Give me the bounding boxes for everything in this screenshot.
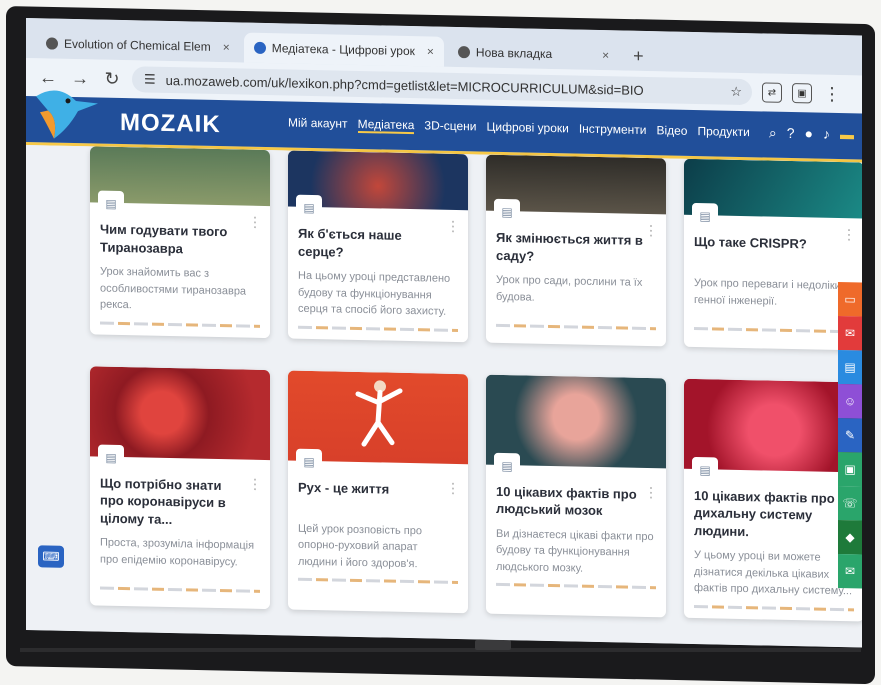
document-icon: ▤	[98, 444, 124, 471]
lesson-card[interactable]: ▤ Як змінюється життя в саду? ⋮ Урок про…	[486, 154, 666, 346]
monitor-screen: Evolution of Chemical Elem × Медіатека -…	[26, 18, 862, 648]
lesson-description: Ви дізнаєтеся цікаві факти про будову та…	[496, 527, 654, 575]
main-menu: Мій акаунт Медіатека 3D-сцени Цифрові ур…	[288, 115, 760, 141]
language-flag-icon[interactable]: ▬	[840, 126, 854, 143]
mozaik-logo[interactable]: MOZAIK	[120, 109, 221, 139]
lesson-card[interactable]: ▤ Рух - це життя ⋮ Цей урок розповість п…	[288, 370, 468, 613]
document-icon: ▤	[296, 194, 322, 222]
menu-item-digital-lessons[interactable]: Цифрові уроки	[486, 120, 568, 138]
lesson-grid: ▤ Чим годувати твого Тиранозавра ⋮ Урок …	[90, 146, 862, 622]
card-menu-icon[interactable]: ⋮	[446, 479, 460, 496]
lesson-card[interactable]: ▤ 10 цікавих фактів про дихальну систему…	[684, 378, 862, 622]
side-tool-button[interactable]: ◆	[838, 520, 862, 555]
card-menu-icon[interactable]: ⋮	[644, 484, 658, 501]
new-tab-button[interactable]: +	[623, 41, 654, 72]
card-menu-icon[interactable]: ⋮	[446, 218, 460, 235]
card-footer-strip	[298, 577, 458, 585]
monitor-brand-logo	[475, 640, 511, 650]
card-footer-strip	[298, 325, 458, 332]
document-icon: ▤	[494, 452, 520, 479]
side-tool-button[interactable]: ☺	[838, 384, 862, 419]
menu-item-products[interactable]: Продукти	[697, 124, 749, 141]
side-toolbar: ▭ ✉ ▤ ☺ ✎ ▣ ☏ ◆ ✉	[838, 282, 862, 589]
side-tool-button[interactable]: ✉	[838, 316, 862, 351]
kingfisher-logo-icon[interactable]	[28, 82, 108, 144]
card-menu-icon[interactable]: ⋮	[248, 475, 262, 492]
side-tool-button[interactable]: ▣	[838, 452, 862, 487]
card-footer-strip	[496, 323, 656, 331]
notifications-icon[interactable]: ♪	[823, 126, 830, 143]
tab-label: Evolution of Chemical Elem	[64, 36, 211, 54]
user-icon[interactable]: ●	[805, 125, 813, 142]
lesson-description: На цьому уроці представлено будову та фу…	[298, 269, 451, 318]
document-icon: ▤	[692, 456, 718, 484]
browser-tab[interactable]: Evolution of Chemical Elem ×	[36, 28, 240, 62]
document-icon: ▤	[98, 190, 124, 218]
lesson-card[interactable]: ▤ 10 цікавих фактів про людський мозок ⋮…	[486, 374, 666, 618]
card-footer-strip	[100, 586, 260, 594]
lesson-description: Цей урок розповість про опорно-руховий а…	[298, 522, 422, 570]
lesson-description: Проста, зрозуміла інформація про епідемі…	[100, 536, 255, 569]
site-settings-icon[interactable]: ☰	[144, 71, 156, 87]
menu-item-video[interactable]: Відео	[656, 123, 687, 140]
card-menu-icon[interactable]: ⋮	[248, 214, 262, 231]
card-footer-strip	[496, 583, 656, 590]
document-icon: ▤	[296, 448, 322, 475]
card-footer-strip	[694, 326, 854, 334]
lesson-thumbnail: ▤	[90, 146, 270, 218]
keyboard-icon[interactable]: ⌨	[38, 545, 64, 568]
browser-tab[interactable]: Нова вкладка ×	[448, 37, 619, 71]
bookmark-star-icon[interactable]: ☆	[730, 84, 742, 100]
menu-item-mediateka[interactable]: Медіатека	[357, 116, 415, 135]
tab-label: Нова вкладка	[475, 45, 553, 62]
side-tool-button[interactable]: ☏	[838, 486, 862, 521]
lesson-thumbnail: ▤	[684, 158, 862, 230]
tab-close-icon[interactable]: ×	[427, 44, 434, 58]
tab-close-icon[interactable]: ×	[602, 48, 609, 62]
monitor-bottom-edge	[20, 648, 861, 652]
header-icons: ⌕ ? ● ♪ ▬	[769, 125, 854, 144]
translate-icon[interactable]: ⇄	[762, 82, 782, 103]
menu-item-account[interactable]: Мій акаунт	[288, 115, 348, 132]
help-icon[interactable]: ?	[787, 125, 795, 142]
lesson-description: Урок знайомить вас з особливостями тиран…	[100, 265, 247, 312]
card-footer-strip	[100, 321, 260, 328]
lesson-thumbnail: ▤	[90, 365, 270, 471]
lesson-grid-area: ▤ Чим годувати твого Тиранозавра ⋮ Урок …	[26, 145, 862, 648]
lesson-card[interactable]: ▤ Що таке CRISPR? ⋮ Урок про переваги і …	[684, 158, 862, 351]
card-menu-icon[interactable]: ⋮	[842, 226, 856, 243]
card-footer-strip	[694, 604, 854, 612]
extensions-icon[interactable]: ▣	[792, 83, 812, 104]
menu-kebab-icon[interactable]: ⋮	[820, 83, 844, 105]
browser-tab-active[interactable]: Медіатека - Цифрові урок ×	[243, 32, 444, 67]
tab-label: Медіатека - Цифрові урок	[271, 41, 415, 59]
tab-close-icon[interactable]: ×	[223, 40, 230, 54]
chrome-icon	[46, 37, 58, 50]
search-icon[interactable]: ⌕	[769, 125, 777, 142]
card-menu-icon[interactable]: ⋮	[644, 222, 658, 239]
lesson-thumbnail: ▤	[486, 374, 666, 479]
document-icon: ▤	[692, 202, 718, 230]
side-tool-button[interactable]: ✎	[838, 418, 862, 453]
lesson-description: У цьому уроці ви можете дізнатися декіль…	[694, 549, 853, 598]
lesson-card[interactable]: ▤ Чим годувати твого Тиранозавра ⋮ Урок …	[90, 146, 270, 338]
lesson-card[interactable]: ▤ Що потрібно знати про коронавіруси в ц…	[90, 365, 270, 609]
lesson-thumbnail: ▤	[684, 378, 862, 484]
side-tool-button[interactable]: ▭	[838, 282, 862, 317]
url-text: ua.mozaweb.com/uk/lexikon.php?cmd=getlis…	[165, 72, 644, 98]
side-tool-button[interactable]: ✉	[838, 554, 862, 589]
menu-item-tools[interactable]: Інструменти	[579, 122, 647, 139]
lesson-card[interactable]: ▤ Як б'ється наше серце? ⋮ На цьому уроц…	[288, 150, 468, 342]
lesson-thumbnail: ▤	[288, 370, 468, 475]
menu-item-3d-scenes[interactable]: 3D-сцени	[424, 118, 476, 135]
lesson-thumbnail: ▤	[486, 154, 666, 226]
lesson-description: Урок про переваги і недоліки генної інже…	[694, 276, 841, 308]
side-tool-button[interactable]: ▤	[838, 350, 862, 385]
chrome-icon	[457, 46, 470, 59]
lesson-thumbnail: ▤	[288, 150, 468, 222]
lesson-description: Урок про сади, рослини та їх будова.	[496, 273, 643, 304]
mozaik-favicon-icon	[253, 41, 266, 55]
document-icon: ▤	[494, 198, 520, 226]
